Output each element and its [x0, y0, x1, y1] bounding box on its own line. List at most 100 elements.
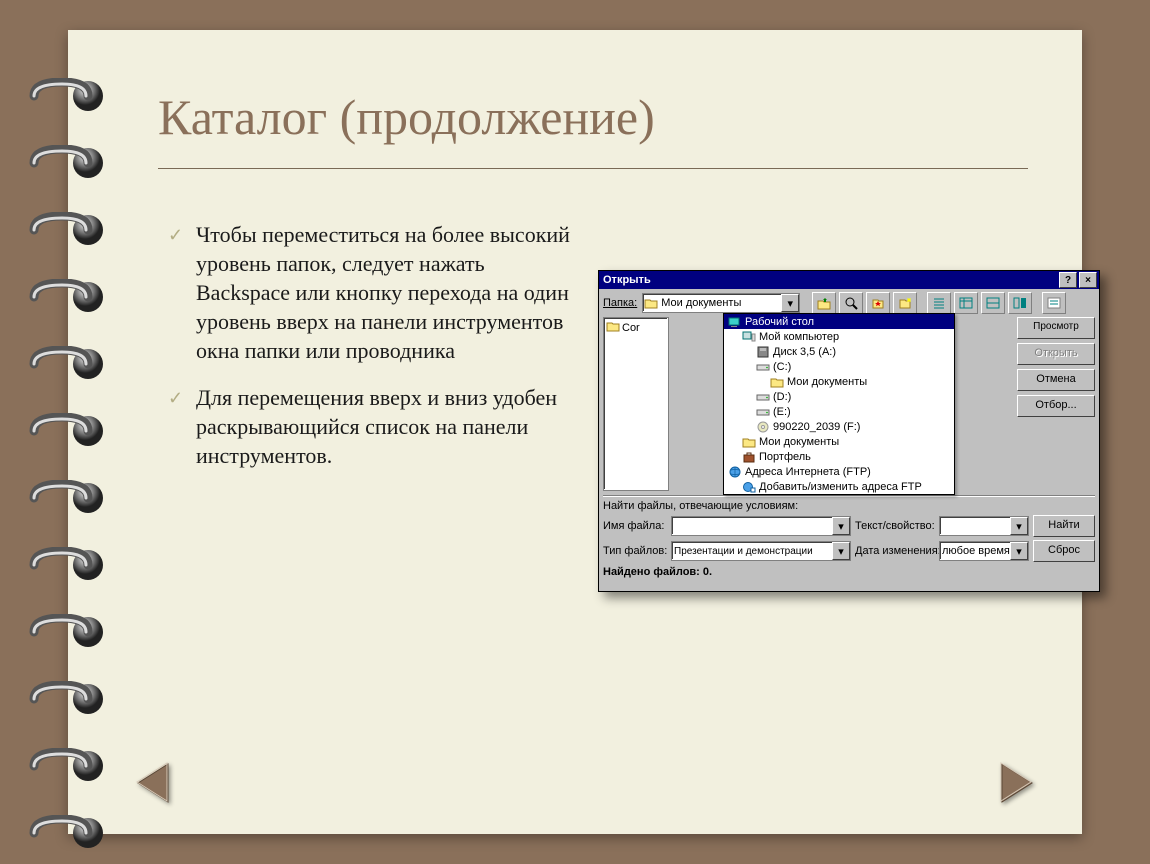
binder-ring: [22, 681, 110, 717]
drive-icon: [756, 405, 770, 419]
tree-item[interactable]: 990220_2039 (F:): [724, 419, 954, 434]
bullet-item: ✓ Чтобы переместиться на более высокий у…: [168, 220, 578, 365]
drive-icon: [756, 360, 770, 374]
dialog-titlebar[interactable]: Открыть ? ×: [599, 271, 1099, 289]
tree-item-label: 990220_2039 (F:): [773, 421, 860, 433]
tree-item[interactable]: Диск 3,5 (A:): [724, 344, 954, 359]
tree-item[interactable]: Мой компьютер: [724, 329, 954, 344]
date-label: Дата изменения:: [855, 545, 935, 557]
list-view-icon[interactable]: [927, 292, 951, 314]
help-button[interactable]: ?: [1059, 272, 1077, 288]
globe-icon: [728, 465, 742, 479]
folder-open-icon: [643, 297, 659, 309]
file-list-pane[interactable]: Cor: [603, 317, 669, 491]
folder-icon: [742, 435, 756, 449]
web-search-icon[interactable]: [839, 292, 863, 314]
tree-item[interactable]: (C:): [724, 359, 954, 374]
reset-button[interactable]: Сброс: [1033, 540, 1095, 562]
bullet-text: Для перемещения вверх и вниз удобен раск…: [196, 385, 557, 468]
prev-slide-button[interactable]: [128, 756, 182, 810]
binder-ring: [22, 145, 110, 181]
binder-ring: [22, 78, 110, 114]
briefcase-icon: [742, 450, 756, 464]
filename-combo[interactable]: ▾: [671, 516, 851, 536]
folder-combo[interactable]: Мои документы ▾: [642, 293, 800, 313]
preview-button[interactable]: Просмотр: [1017, 317, 1095, 339]
list-item-label: Cor: [622, 322, 640, 334]
details-view-icon[interactable]: [954, 292, 978, 314]
binder-ring: [22, 815, 110, 851]
tree-item-label: Мои документы: [759, 436, 839, 448]
binder-ring: [22, 480, 110, 516]
tree-item[interactable]: Добавить/изменить адреса FTP: [724, 479, 954, 494]
drive-icon: [756, 390, 770, 404]
folder-open-icon: [770, 375, 784, 389]
new-folder-icon[interactable]: [893, 292, 917, 314]
tree-item[interactable]: Портфель: [724, 449, 954, 464]
binder-ring: [22, 547, 110, 583]
open-button[interactable]: Открыть: [1017, 343, 1095, 365]
tree-item[interactable]: (E:): [724, 404, 954, 419]
computer-icon: [742, 330, 756, 344]
bullet-list: ✓ Чтобы переместиться на более высокий у…: [168, 220, 578, 488]
tree-item-label: Портфель: [759, 451, 811, 463]
tree-item-label: Мой компьютер: [759, 331, 839, 343]
text-property-label: Текст/свойство:: [855, 520, 935, 532]
tree-item[interactable]: Мои документы: [724, 434, 954, 449]
chevron-down-icon[interactable]: ▾: [1010, 517, 1028, 535]
check-icon: ✓: [168, 224, 183, 248]
tree-item-label: Рабочий стол: [745, 316, 814, 328]
find-button[interactable]: Найти: [1033, 515, 1095, 537]
next-slide-button[interactable]: [988, 756, 1042, 810]
tree-item-label: Диск 3,5 (A:): [773, 346, 836, 358]
tree-item-label: Адреса Интернета (FTP): [745, 466, 871, 478]
chevron-down-icon[interactable]: ▾: [1010, 542, 1028, 560]
bullet-item: ✓ Для перемещения вверх и вниз удобен ра…: [168, 383, 578, 470]
folder-icon: [606, 321, 620, 335]
slide: Каталог (продолжение) ✓ Чтобы переместит…: [68, 30, 1082, 834]
binder-ring: [22, 212, 110, 248]
dialog-title-text: Открыть: [603, 274, 651, 286]
bullet-text: Чтобы переместиться на более высокий уро…: [196, 222, 570, 363]
check-icon: ✓: [168, 387, 183, 411]
tree-item[interactable]: Адреса Интернета (FTP): [724, 464, 954, 479]
tree-item-label: Добавить/изменить адреса FTP: [759, 481, 922, 493]
binder-ring: [22, 614, 110, 650]
preview-view-icon[interactable]: [1008, 292, 1032, 314]
desktop-icon: [728, 315, 742, 329]
date-combo[interactable]: любое время▾: [939, 541, 1029, 561]
close-button[interactable]: ×: [1079, 272, 1097, 288]
chevron-down-icon[interactable]: ▾: [781, 294, 799, 312]
tree-item[interactable]: Мои документы: [724, 374, 954, 389]
binder-ring: [22, 413, 110, 449]
tree-item[interactable]: Рабочий стол: [724, 314, 954, 329]
up-one-level-icon[interactable]: [812, 292, 836, 314]
tree-item-label: (D:): [773, 391, 791, 403]
binder-ring: [22, 346, 110, 382]
slide-title: Каталог (продолжение): [158, 88, 655, 146]
floppy-icon: [756, 345, 770, 359]
favorites-icon[interactable]: [866, 292, 890, 314]
folder-combo-text: Мои документы: [659, 297, 781, 309]
chevron-down-icon[interactable]: ▾: [832, 542, 850, 560]
title-underline: [158, 168, 1028, 169]
tree-item[interactable]: (D:): [724, 389, 954, 404]
search-panel: Найти файлы, отвечающие условиям: Имя фа…: [599, 491, 1099, 582]
commands-icon[interactable]: [1042, 292, 1066, 314]
separator: [603, 495, 1095, 497]
chevron-down-icon[interactable]: ▾: [832, 517, 850, 535]
properties-view-icon[interactable]: [981, 292, 1005, 314]
open-dialog: Открыть ? × Папка: Мои документы ▾: [598, 270, 1100, 592]
tree-item-label: (C:): [773, 361, 791, 373]
folder-tree-dropdown[interactable]: Рабочий стол Мой компьютер Диск 3,5 (A:) (C…: [723, 313, 955, 495]
cancel-button[interactable]: Отмена: [1017, 369, 1095, 391]
filename-label: Имя файла:: [603, 520, 667, 532]
binder-rings: [22, 78, 110, 851]
binder-ring: [22, 748, 110, 784]
filetype-combo[interactable]: Презентации и демонстрации▾: [671, 541, 851, 561]
filter-button[interactable]: Отбор...: [1017, 395, 1095, 417]
list-item[interactable]: Cor: [606, 320, 666, 335]
text-property-combo[interactable]: ▾: [939, 516, 1029, 536]
folder-label: Папка:: [603, 297, 637, 309]
tree-item-label: Мои документы: [787, 376, 867, 388]
